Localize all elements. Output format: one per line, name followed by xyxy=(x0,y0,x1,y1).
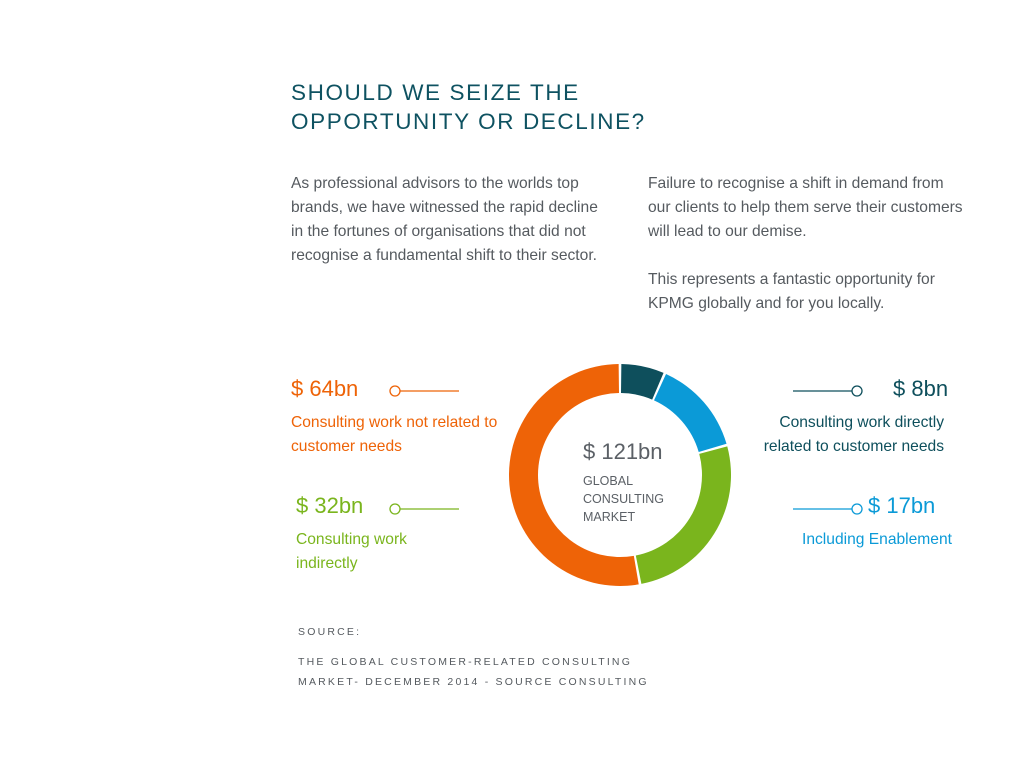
source-label: SOURCE: xyxy=(298,626,362,638)
callout-label-not-related: Consulting work not related to customer … xyxy=(291,414,498,455)
chart-center-label: GLOBAL CONSULTING MARKET xyxy=(583,474,665,524)
callout-value-not-related: $ 64bn xyxy=(291,376,359,401)
source-line-1: THE GLOBAL CUSTOMER-RELATED CONSULTING xyxy=(298,656,633,668)
source-line-2: MARKET- DECEMBER 2014 - SOURCE CONSULTIN… xyxy=(298,676,649,688)
leader-direct-dot xyxy=(851,385,863,397)
callout-value-enablement: $ 17bn xyxy=(868,493,936,518)
leader-not-related-dot xyxy=(389,385,401,397)
slice-enablement xyxy=(654,373,727,452)
leader-enablement-dot xyxy=(851,503,863,515)
chart-center-value: $ 121bn xyxy=(583,439,663,464)
source-note: SOURCE: THE GLOBAL CUSTOMER-RELATED CONS… xyxy=(298,622,649,692)
callout-label-indirect: Consulting work indirectly xyxy=(296,531,407,572)
callout-value-direct: $ 8bn xyxy=(893,376,949,401)
callout-label-enablement: Including Enablement xyxy=(802,531,952,548)
callout-value-indirect: $ 32bn xyxy=(296,493,364,518)
callout-label-direct: Consulting work directly related to cust… xyxy=(763,414,944,455)
leader-indirect-dot xyxy=(389,503,401,515)
